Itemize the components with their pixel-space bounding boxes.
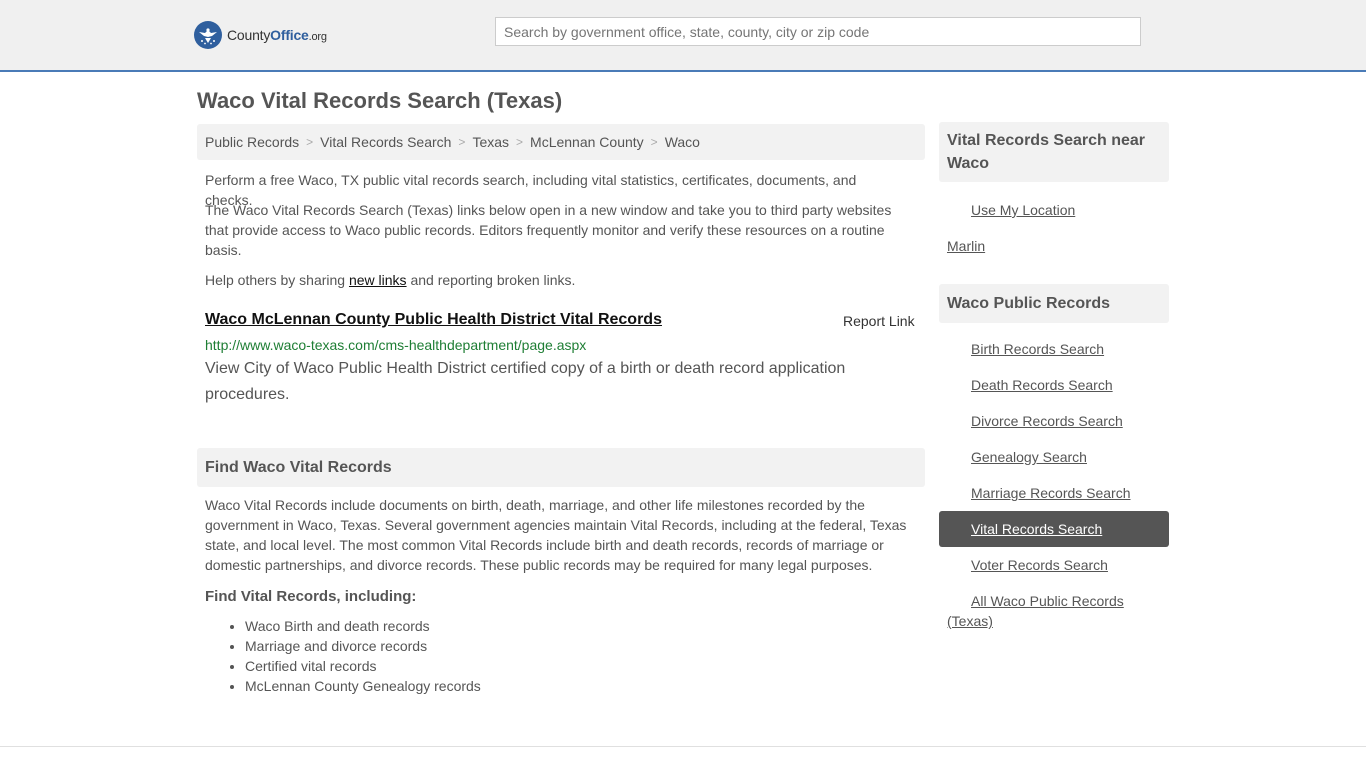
vital-records-list: Waco Birth and death records Marriage an… xyxy=(245,616,481,696)
main-content: Public Records > Vital Records Search > … xyxy=(197,124,925,694)
sidebar-near-heading: Vital Records Search near Waco xyxy=(939,122,1169,182)
sidebar-item-genealogy[interactable]: Genealogy Search xyxy=(971,447,1087,467)
sidebar-item-birth-records[interactable]: Birth Records Search xyxy=(971,339,1104,359)
list-item: Certified vital records xyxy=(245,656,481,676)
eagle-seal-icon xyxy=(194,21,222,49)
list-item: Marriage and divorce records xyxy=(245,636,481,656)
find-subheading: Find Vital Records, including: xyxy=(205,588,417,605)
sidebar-item-all-public-records[interactable]: All Waco Public Records (Texas) xyxy=(947,591,1167,631)
sidebar-item-vital-records[interactable]: Vital Records Search xyxy=(971,519,1102,539)
breadcrumb-public-records[interactable]: Public Records xyxy=(205,134,299,150)
find-section-body: Waco Vital Records include documents on … xyxy=(205,497,907,573)
breadcrumb-separator-icon: > xyxy=(516,135,524,149)
logo-wordmark: CountyOffice.org xyxy=(227,27,327,43)
list-item: McLennan County Genealogy records xyxy=(245,676,481,696)
footer-divider xyxy=(0,746,1366,747)
breadcrumb: Public Records > Vital Records Search > … xyxy=(197,124,925,160)
sidebar-public-heading: Waco Public Records xyxy=(939,284,1169,323)
list-item: Waco Birth and death records xyxy=(245,616,481,636)
sidebar-item-marlin[interactable]: Marlin xyxy=(947,236,985,256)
find-section-heading: Find Waco Vital Records xyxy=(197,448,925,487)
sidebar-item-divorce-records[interactable]: Divorce Records Search xyxy=(971,411,1123,431)
breadcrumb-waco[interactable]: Waco xyxy=(665,134,700,150)
sidebar-near: Vital Records Search near Waco Use My Lo… xyxy=(939,122,1169,254)
sidebar-item-death-records[interactable]: Death Records Search xyxy=(971,375,1113,395)
result-description: View City of Waco Public Health District… xyxy=(205,360,846,403)
use-my-location-link[interactable]: Use My Location xyxy=(971,200,1075,220)
breadcrumb-mclennan-county[interactable]: McLennan County xyxy=(530,134,644,150)
search-input[interactable] xyxy=(495,17,1141,46)
site-header: CountyOffice.org xyxy=(0,0,1366,72)
sidebar-item-vital-records-active: Vital Records Search xyxy=(939,511,1169,547)
sidebar-public-records: Waco Public Records Birth Records Search… xyxy=(939,284,1169,629)
breadcrumb-separator-icon: > xyxy=(650,135,658,149)
result-title-link[interactable]: Waco McLennan County Public Health Distr… xyxy=(205,311,662,329)
sidebar-item-marriage-records[interactable]: Marriage Records Search xyxy=(971,483,1131,503)
breadcrumb-vital-records-search[interactable]: Vital Records Search xyxy=(320,134,451,150)
report-link-button[interactable]: Report Link xyxy=(843,313,915,329)
share-paragraph: Help others by sharing new links and rep… xyxy=(205,272,576,288)
sidebar-item-voter-records[interactable]: Voter Records Search xyxy=(971,555,1108,575)
new-links-link[interactable]: new links xyxy=(349,272,407,288)
site-logo[interactable]: CountyOffice.org xyxy=(194,20,327,50)
breadcrumb-texas[interactable]: Texas xyxy=(472,134,509,150)
breadcrumb-separator-icon: > xyxy=(458,135,466,149)
page-title: Waco Vital Records Search (Texas) xyxy=(197,88,563,113)
result-url: http://www.waco-texas.com/cms-healthdepa… xyxy=(205,337,587,353)
breadcrumb-separator-icon: > xyxy=(306,135,314,149)
disclaimer-paragraph: The Waco Vital Records Search (Texas) li… xyxy=(205,202,892,258)
